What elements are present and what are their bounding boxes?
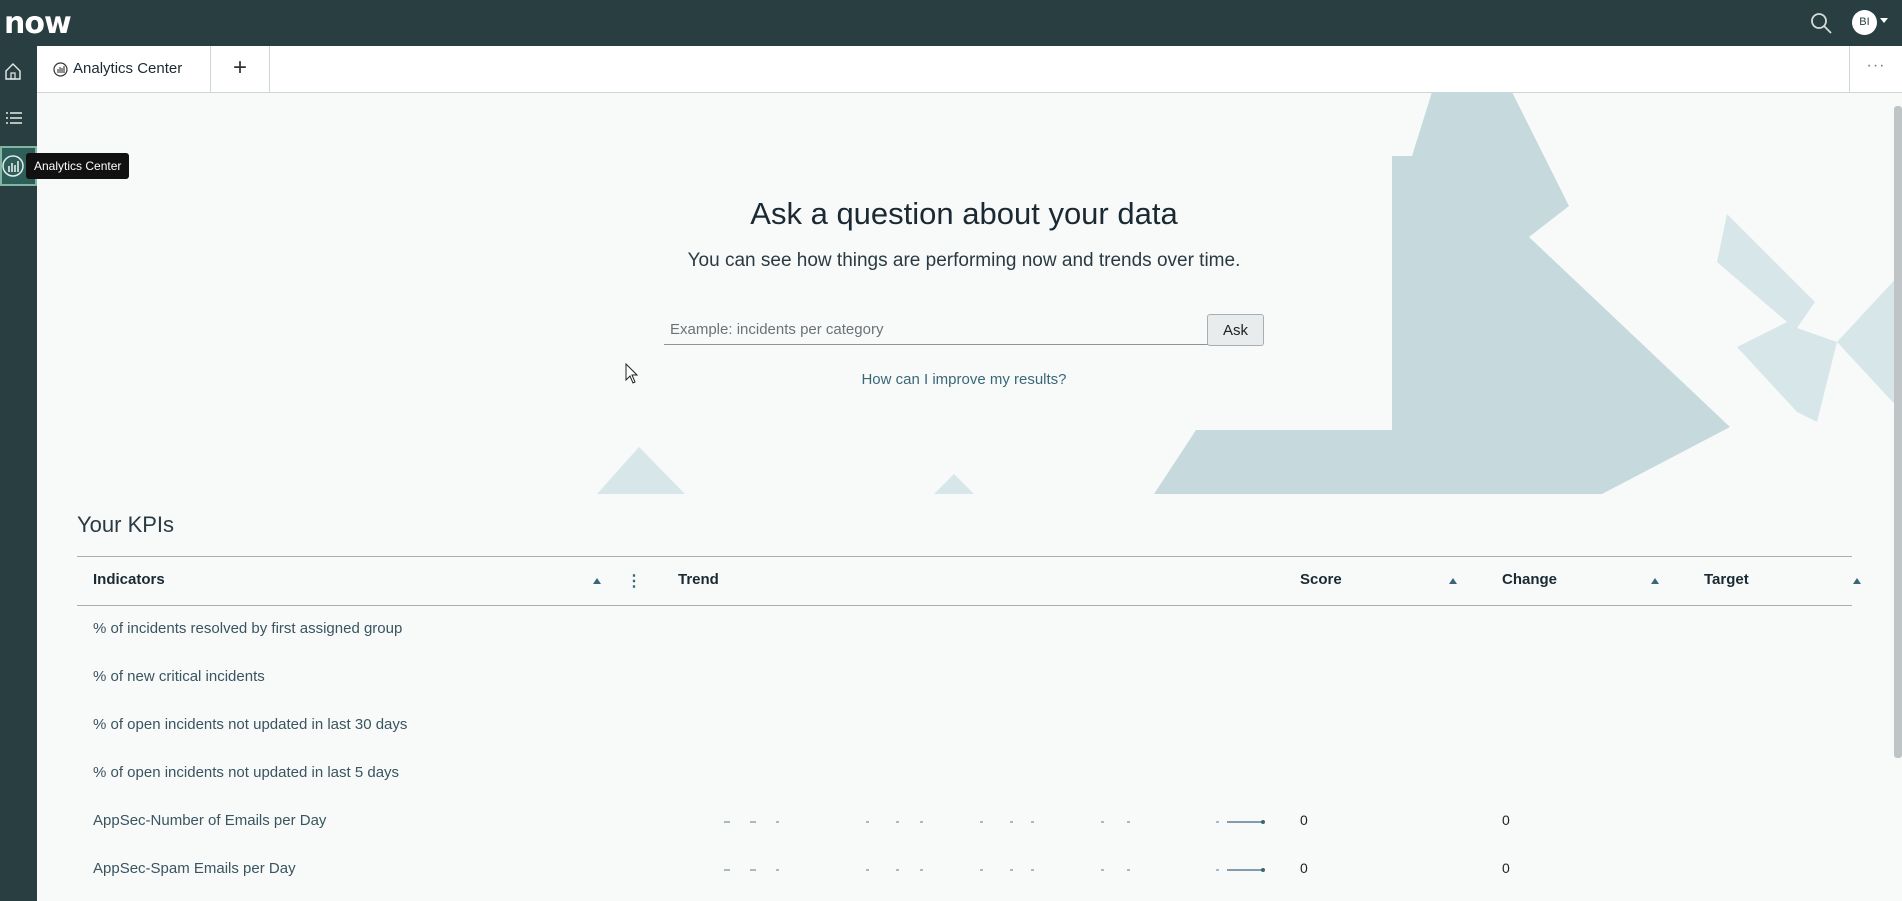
column-header-indicators[interactable]: Indicators (93, 571, 165, 588)
home-icon (5, 63, 21, 80)
tab-label: Analytics Center (73, 60, 183, 77)
table-row[interactable]: % of new critical incidents (77, 654, 1852, 702)
kpis-section-title: Your KPIs (77, 512, 175, 537)
analytics-center-content: Ask a question about your data You can s… (37, 92, 1902, 901)
analytics-icon (53, 62, 68, 77)
sort-ascending-icon[interactable] (1853, 578, 1861, 584)
kpi-indicator-link[interactable]: % of incidents resolved by first assigne… (93, 620, 402, 637)
table-row[interactable]: % of incidents resolved by first assigne… (77, 606, 1852, 654)
top-navigation-bar: now BI (0, 0, 1902, 46)
add-tab-button[interactable]: + (211, 46, 270, 92)
mouse-cursor-icon (625, 363, 639, 384)
kpi-indicator-link[interactable]: % of open incidents not updated in last … (93, 764, 399, 781)
search-icon[interactable] (1808, 10, 1834, 36)
kpi-trend-sparkline[interactable] (724, 810, 1284, 834)
chevron-down-icon[interactable] (1880, 18, 1888, 23)
table-row[interactable]: % of open incidents not updated in last … (77, 702, 1852, 750)
kpi-score: 0 (1300, 812, 1308, 828)
column-header-trend: Trend (678, 571, 719, 588)
kpi-change: 0 (1502, 860, 1510, 876)
tab-analytics-center[interactable]: Analytics Center (37, 46, 211, 92)
ask-question-input[interactable] (664, 314, 1208, 345)
sort-ascending-icon[interactable] (1651, 578, 1659, 584)
kpi-trend-sparkline[interactable] (724, 858, 1284, 882)
sidebar-item-all-menu[interactable] (0, 99, 37, 139)
vertical-scrollbar[interactable] (1894, 106, 1902, 758)
kpi-table: Indicators ⋮ Trend Score Change Target %… (77, 556, 1861, 894)
kpi-indicator-link[interactable]: % of new critical incidents (93, 668, 265, 685)
kpi-indicator-link[interactable]: AppSec-Number of Emails per Day (93, 812, 326, 829)
kpi-score: 0 (1300, 860, 1308, 876)
table-row[interactable]: % of open incidents not updated in last … (77, 750, 1852, 798)
sidebar-item-home[interactable] (0, 52, 37, 92)
user-avatar[interactable]: BI (1852, 10, 1877, 35)
improve-results-link[interactable]: How can I improve my results? (37, 371, 1891, 388)
trend-endpoint (1261, 820, 1265, 824)
sort-ascending-icon[interactable] (1449, 578, 1457, 584)
sort-ascending-icon[interactable] (593, 578, 601, 584)
column-header-score[interactable]: Score (1300, 571, 1342, 588)
analytics-center-tooltip: Analytics Center (26, 153, 130, 179)
table-row[interactable]: AppSec-Spam Emails per Day 0 0 (77, 846, 1852, 894)
table-body: % of incidents resolved by first assigne… (77, 606, 1852, 894)
servicenow-logo[interactable]: now (4, 6, 72, 41)
logo-text: now (4, 6, 72, 41)
column-header-target[interactable]: Target (1704, 571, 1749, 588)
list-icon (6, 112, 22, 124)
kpi-indicator-link[interactable]: % of open incidents not updated in last … (93, 716, 407, 733)
more-options-button[interactable]: ··· (1849, 46, 1902, 92)
kpi-change: 0 (1502, 812, 1510, 828)
page-title: Ask a question about your data (750, 196, 1178, 231)
table-header: Indicators ⋮ Trend Score Change Target (77, 556, 1861, 606)
page-subtitle: You can see how things are performing no… (687, 250, 1241, 271)
tab-bar: Analytics Center + ··· (37, 46, 1902, 93)
ask-button[interactable]: Ask (1207, 314, 1264, 346)
hero-background-graphic (597, 92, 1902, 494)
trend-endpoint (1261, 868, 1265, 872)
table-row[interactable]: AppSec-Number of Emails per Day 0 0 (77, 798, 1852, 846)
column-menu-icon[interactable]: ⋮ (626, 571, 642, 591)
column-header-change[interactable]: Change (1502, 571, 1557, 588)
kpi-indicator-link[interactable]: AppSec-Spam Emails per Day (93, 860, 296, 877)
